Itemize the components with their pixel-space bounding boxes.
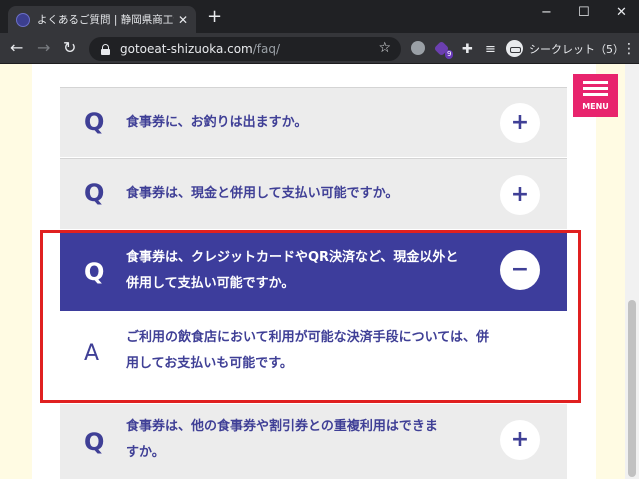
extension-icon[interactable] (411, 41, 425, 55)
extensions-puzzle-icon[interactable]: ✚ (462, 41, 473, 59)
incognito-label: シークレット（5） (529, 42, 624, 56)
expand-plus-icon[interactable]: + (500, 103, 540, 143)
tab-title: よくあるご質問 | 静岡県商工会Go To (37, 14, 174, 26)
expand-plus-icon[interactable]: + (500, 175, 540, 215)
site-favicon-icon (16, 12, 30, 27)
back-button[interactable]: ← (10, 39, 23, 57)
incognito-profile[interactable]: シークレット（5） (506, 38, 624, 59)
extension-badge: 9 (445, 50, 454, 59)
url-host: gotoeat-shizuoka.com (120, 42, 253, 56)
expand-plus-icon[interactable]: + (500, 420, 540, 460)
menu-bar-icon (583, 93, 608, 96)
browser-toolbar: ← → ↻ gotoeat-shizuoka.com /faq/ ☆ 9 ✚ ≡… (0, 33, 639, 64)
faq-question-4[interactable]: Q 食事券は、他の食事券や割引券との重複利用はできま すか。 + (60, 404, 567, 479)
bookmark-star-icon[interactable]: ☆ (378, 40, 391, 56)
incognito-icon (506, 40, 523, 57)
new-tab-button[interactable]: + (207, 8, 222, 26)
menu-label: MENU (582, 102, 609, 111)
forward-button[interactable]: → (37, 39, 50, 57)
tab-close-icon[interactable]: ✕ (178, 13, 188, 27)
tab-strip: よくあるご質問 | 静岡県商工会Go To ✕ + − ☐ ✕ (0, 0, 639, 33)
menu-bar-icon (583, 87, 608, 90)
browser-tab[interactable]: よくあるご質問 | 静岡県商工会Go To ✕ (8, 6, 196, 33)
reading-list-icon[interactable]: ≡ (485, 41, 496, 59)
lock-icon (101, 43, 110, 55)
question-text: 食事券に、お釣りは出ますか。 (126, 115, 308, 130)
scrollbar-thumb[interactable] (628, 300, 636, 477)
q-label: Q (84, 179, 105, 207)
menu-bar-icon (583, 81, 608, 84)
url-path: /faq/ (252, 42, 281, 56)
q-label: Q (84, 428, 105, 456)
highlight-frame (40, 230, 581, 403)
browser-menu-icon[interactable]: ⋮ (622, 41, 636, 57)
maximize-button[interactable]: ☐ (578, 5, 590, 20)
faq-question-1[interactable]: Q 食事券に、お釣りは出ますか。 + (60, 87, 567, 157)
question-text-line1: 食事券は、他の食事券や割引券との重複利用はできま (126, 419, 438, 434)
q-label: Q (84, 108, 105, 136)
reload-button[interactable]: ↻ (63, 39, 76, 57)
question-text: 食事券は、現金と併用して支払い可能ですか。 (126, 186, 399, 201)
faq-question-2[interactable]: Q 食事券は、現金と併用して支払い可能ですか。 + (60, 158, 567, 229)
address-bar[interactable]: gotoeat-shizuoka.com /faq/ ☆ (89, 37, 401, 61)
question-text-line2: すか。 (126, 445, 165, 460)
close-window-button[interactable]: ✕ (616, 5, 627, 20)
minimize-button[interactable]: − (541, 5, 552, 20)
hamburger-menu-button[interactable]: MENU (573, 74, 618, 117)
page-scrollbar[interactable] (625, 64, 639, 479)
